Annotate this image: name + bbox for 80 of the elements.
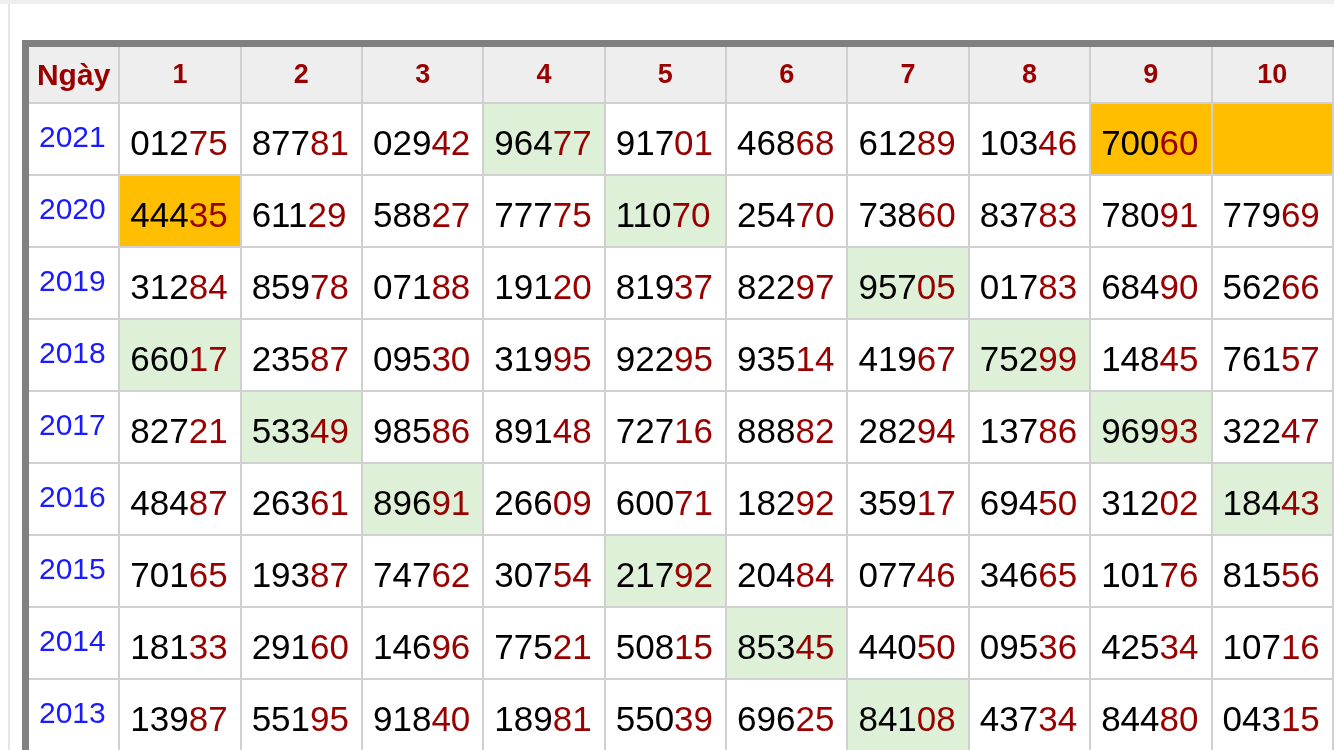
table-cell: 46868 [726, 103, 848, 175]
table-cell: 26609 [483, 463, 605, 535]
table-cell: 61289 [847, 103, 969, 175]
table-cell: 35917 [847, 463, 969, 535]
column-header: 3 [362, 47, 484, 103]
table-cell: 82721 [119, 391, 241, 463]
table-cell: 09530 [362, 319, 484, 391]
column-header: 9 [1090, 47, 1212, 103]
table-cell: 19387 [240, 535, 362, 607]
table-cell: 44435 [119, 175, 241, 247]
table-cell: 85978 [240, 247, 362, 319]
table-cell: 92295 [604, 319, 727, 391]
table-cell: 18443 [1211, 463, 1333, 535]
table-cell: 83783 [968, 175, 1091, 247]
table-cell: 10176 [1090, 535, 1212, 607]
table-cell: 56266 [1211, 247, 1333, 319]
table-cell: 96477 [483, 103, 605, 175]
table-cell: 21792 [604, 535, 727, 607]
table-cell: 84108 [847, 679, 969, 750]
table-cell: 34665 [968, 535, 1091, 607]
table-cell: 93514 [726, 319, 848, 391]
table-cell: 48487 [119, 463, 241, 535]
table-cell: 68490 [1090, 247, 1212, 319]
table-cell: 69450 [968, 463, 1091, 535]
table-cell: 89691 [362, 463, 484, 535]
table-cell: 58827 [362, 175, 484, 247]
table-cell: 07188 [362, 247, 484, 319]
column-header: 1 [119, 47, 241, 103]
table-cell: 78091 [1090, 175, 1212, 247]
table-cell: 41967 [847, 319, 969, 391]
table-cell: 72716 [604, 391, 727, 463]
column-header: 7 [847, 47, 969, 103]
table-cell: 66017 [119, 319, 241, 391]
year-label: 2017 [29, 391, 120, 463]
table-cell: 11070 [604, 175, 727, 247]
table-cell: 53349 [240, 391, 362, 463]
year-label: 2019 [29, 247, 120, 319]
column-header: 2 [240, 47, 362, 103]
table-cell: 77775 [483, 175, 605, 247]
table-cell: 85345 [726, 607, 848, 679]
table-cell: 31202 [1090, 463, 1212, 535]
table-cell: 19120 [483, 247, 605, 319]
table-cell: 74762 [362, 535, 484, 607]
column-header: 4 [483, 47, 605, 103]
table-cell: 30754 [483, 535, 605, 607]
table-cell: 77521 [483, 607, 605, 679]
table-cell: 10716 [1211, 607, 1333, 679]
table-cell: 18292 [726, 463, 848, 535]
table-cell: 26361 [240, 463, 362, 535]
table-cell: 70060 [1090, 103, 1212, 175]
table-cell: 09536 [968, 607, 1091, 679]
column-header: 8 [968, 47, 1091, 103]
table-cell: 29160 [240, 607, 362, 679]
table-cell: 61129 [240, 175, 362, 247]
column-header: 10 [1211, 47, 1333, 103]
table-cell: 96993 [1090, 391, 1212, 463]
year-label: 2014 [29, 607, 120, 679]
table-cell: 07746 [847, 535, 969, 607]
table-cell: 76157 [1211, 319, 1333, 391]
year-label: 2021 [29, 103, 120, 175]
column-header: Ngày [29, 47, 120, 103]
table-cell: 81937 [604, 247, 727, 319]
table-cell: 18133 [119, 607, 241, 679]
table-cell: 87781 [240, 103, 362, 175]
table-cell: 14696 [362, 607, 484, 679]
table-cell: 28294 [847, 391, 969, 463]
column-header: 6 [726, 47, 848, 103]
table-cell: 25470 [726, 175, 848, 247]
year-label: 2015 [29, 535, 120, 607]
table-cell: 81556 [1211, 535, 1333, 607]
table-cell: 70165 [119, 535, 241, 607]
table-cell: 89148 [483, 391, 605, 463]
table-cell: 88882 [726, 391, 848, 463]
table-cell: 31995 [483, 319, 605, 391]
table-cell: 77969 [1211, 175, 1333, 247]
column-header: 5 [604, 47, 727, 103]
table-cell: 75299 [968, 319, 1091, 391]
table-cell: 42534 [1090, 607, 1212, 679]
year-label: 2016 [29, 463, 120, 535]
table-cell: 95705 [847, 247, 969, 319]
